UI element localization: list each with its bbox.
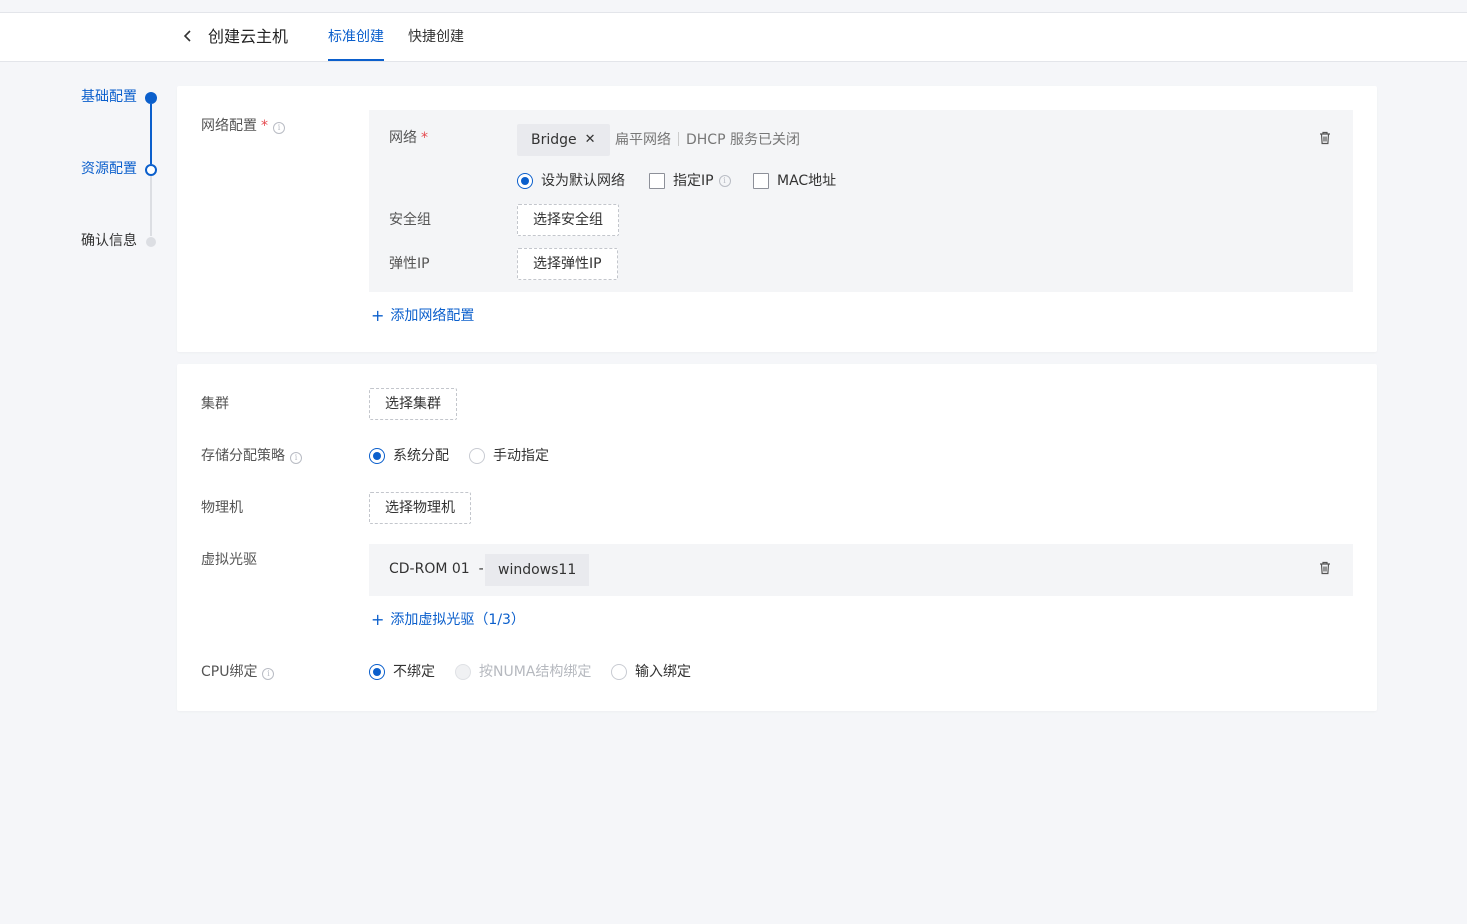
network-config-card: 网络配置 * i 网络 * Bridge ✕ 扁平网络 DHCP 服务已关闭 设为默认网… bbox=[177, 86, 1377, 352]
step-navigator: 基础配置 资源配置 确认信息 bbox=[60, 85, 170, 265]
specify-ip-checkbox[interactable]: 指定IP i bbox=[649, 171, 731, 191]
page-header: 创建云主机 标准创建 快捷创建 bbox=[0, 12, 1467, 62]
radio-icon bbox=[455, 664, 471, 680]
info-icon[interactable]: i bbox=[718, 175, 731, 187]
cdrom-separator: - bbox=[478, 561, 484, 577]
add-network-config-link[interactable]: + 添加网络配置 bbox=[371, 306, 474, 326]
cdrom-panel: CD-ROM 01 - windows11 bbox=[369, 544, 1353, 596]
cpu-binding-label: CPU绑定 i bbox=[201, 662, 275, 682]
specify-ip-label: 指定IP bbox=[673, 173, 714, 189]
radio-icon bbox=[469, 448, 485, 464]
step-connector-inactive bbox=[150, 176, 152, 236]
page-title: 创建云主机 bbox=[208, 27, 289, 46]
cluster-label: 集群 bbox=[201, 396, 229, 412]
default-network-label: 设为默认网络 bbox=[541, 173, 625, 189]
info-icon[interactable]: i bbox=[262, 668, 275, 680]
active-tab-indicator bbox=[328, 59, 384, 61]
add-network-config-label: 添加网络配置 bbox=[390, 308, 475, 324]
option-label: 系统分配 bbox=[393, 448, 449, 464]
step-dot-done bbox=[145, 92, 157, 104]
storage-policy-label-text: 存储分配策略 bbox=[201, 448, 285, 464]
network-panel: 网络 * Bridge ✕ 扁平网络 DHCP 服务已关闭 设为默认网络 指定IP i… bbox=[369, 110, 1353, 292]
network-label: 网络 * bbox=[389, 128, 428, 148]
default-network-radio[interactable]: 设为默认网络 bbox=[517, 171, 625, 191]
network-config-label-text: 网络配置 bbox=[201, 118, 257, 134]
radio-icon bbox=[369, 664, 385, 680]
back-arrow-icon[interactable] bbox=[178, 26, 198, 46]
add-cdrom-link[interactable]: + 添加虚拟光驱（1/3） bbox=[371, 610, 525, 630]
select-host-button[interactable]: 选择物理机 bbox=[369, 492, 471, 524]
radio-icon bbox=[369, 448, 385, 464]
storage-system-allocate-radio[interactable]: 系统分配 bbox=[369, 446, 449, 466]
info-icon[interactable]: i bbox=[290, 452, 302, 464]
dhcp-status: DHCP 服务已关闭 bbox=[686, 132, 800, 148]
cpu-input-binding-radio[interactable]: 输入绑定 bbox=[611, 662, 691, 682]
cpu-binding-label-text: CPU绑定 bbox=[201, 664, 258, 680]
step-confirm-info[interactable]: 确认信息 bbox=[81, 231, 137, 251]
required-mark: * bbox=[421, 130, 428, 146]
resource-config-card: 集群 选择集群 存储分配策略 i 系统分配 手动指定 物理机 选择物理机 虚拟光驱… bbox=[177, 364, 1377, 711]
divider bbox=[678, 132, 679, 146]
network-description: 扁平网络 DHCP 服务已关闭 bbox=[615, 130, 800, 150]
delete-network-icon[interactable] bbox=[1317, 130, 1333, 146]
step-basic-config[interactable]: 基础配置 bbox=[81, 87, 137, 107]
select-cluster-button[interactable]: 选择集群 bbox=[369, 388, 457, 420]
tab-quick-create[interactable]: 快捷创建 bbox=[408, 27, 464, 47]
cdrom-device: CD-ROM 01 - bbox=[389, 559, 484, 579]
tab-standard-create[interactable]: 标准创建 bbox=[328, 27, 384, 47]
option-label: 按NUMA结构绑定 bbox=[479, 664, 592, 680]
plus-icon: + bbox=[371, 306, 385, 325]
storage-manual-radio[interactable]: 手动指定 bbox=[469, 446, 549, 466]
network-selected-tag: Bridge ✕ bbox=[517, 124, 610, 156]
step-connector-active bbox=[150, 104, 152, 164]
select-security-group-button[interactable]: 选择安全组 bbox=[517, 204, 619, 236]
cpu-numa-binding-radio: 按NUMA结构绑定 bbox=[455, 662, 591, 682]
storage-policy-label: 存储分配策略 i bbox=[201, 446, 302, 466]
cdrom-device-name: CD-ROM 01 bbox=[389, 561, 470, 577]
checkbox-icon bbox=[649, 173, 665, 189]
step-dot-current bbox=[145, 164, 157, 176]
step-resource-config[interactable]: 资源配置 bbox=[81, 159, 137, 179]
info-icon[interactable]: i bbox=[273, 122, 285, 134]
host-label: 物理机 bbox=[201, 500, 243, 516]
mac-address-label: MAC地址 bbox=[777, 173, 837, 189]
cpu-no-binding-radio[interactable]: 不绑定 bbox=[369, 662, 435, 682]
network-tag-label: Bridge bbox=[531, 132, 577, 148]
step-dot-todo bbox=[146, 237, 156, 247]
checkbox-icon bbox=[753, 173, 769, 189]
radio-icon bbox=[611, 664, 627, 680]
cdrom-label: 虚拟光驱 bbox=[201, 552, 257, 568]
option-label: 输入绑定 bbox=[635, 664, 691, 680]
elastic-ip-label: 弹性IP bbox=[389, 256, 430, 272]
radio-icon bbox=[517, 173, 533, 189]
network-type: 扁平网络 bbox=[615, 132, 671, 148]
close-icon[interactable]: ✕ bbox=[585, 124, 596, 156]
network-label-text: 网络 bbox=[389, 130, 417, 146]
delete-cdrom-icon[interactable] bbox=[1317, 560, 1333, 576]
security-group-label: 安全组 bbox=[389, 212, 431, 228]
required-mark: * bbox=[261, 118, 268, 134]
option-label: 不绑定 bbox=[393, 664, 435, 680]
select-elastic-ip-button[interactable]: 选择弹性IP bbox=[517, 248, 618, 280]
option-label: 手动指定 bbox=[493, 448, 549, 464]
cdrom-image-tag[interactable]: windows11 bbox=[485, 554, 590, 586]
add-cdrom-label: 添加虚拟光驱（1/3） bbox=[390, 612, 525, 628]
mac-address-checkbox[interactable]: MAC地址 bbox=[753, 171, 836, 191]
plus-icon: + bbox=[371, 610, 385, 629]
network-config-label: 网络配置 * i bbox=[201, 116, 285, 136]
